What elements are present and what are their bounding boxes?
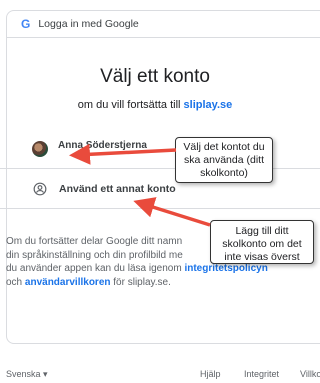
subtitle: om du vill fortsätta till sliplay.se <box>0 99 310 111</box>
google-g-icon: G <box>21 17 31 31</box>
callout-add-account: Lägg till ditt skolkonto om det inte vis… <box>210 220 314 264</box>
account-name: Anna Söderstjerna <box>58 139 147 151</box>
subtitle-site-link[interactable]: sliplay.se <box>184 99 233 111</box>
page-title: Välj ett konto <box>100 66 210 87</box>
footer-link-privacy[interactable]: Integritet <box>244 369 279 379</box>
info-line-3: du använder appen kan du läsa igenom <box>6 263 185 274</box>
use-other-account-label: Använd ett annat konto <box>59 183 176 195</box>
card-header: G Logga in med Google <box>7 11 320 38</box>
callout-choose-account: Välj det kontot du ska använda (ditt sko… <box>175 137 273 183</box>
info-line-2: din språkinställning och din profilbild … <box>6 249 183 261</box>
privacy-policy-link[interactable]: integritetspolicyn <box>184 263 267 274</box>
info-line-1: Om du fortsätter delar Google ditt namn <box>6 236 183 247</box>
info-line-4-end: för sliplay.se. <box>110 276 171 288</box>
info-line-4: och <box>6 276 25 288</box>
avatar <box>32 141 48 157</box>
footer-link-terms[interactable]: Villko <box>300 369 320 379</box>
account-circle-icon <box>33 182 47 196</box>
terms-link[interactable]: användarvillkoren <box>25 277 111 288</box>
subtitle-prefix: om du vill fortsätta till <box>77 99 184 111</box>
language-selector[interactable]: Svenska ▾ <box>6 369 48 380</box>
footer: Svenska ▾ Hjälp Integritet Villko <box>0 369 320 383</box>
footer-link-help[interactable]: Hjälp <box>200 369 221 379</box>
header-title: Logga in med Google <box>38 18 139 30</box>
